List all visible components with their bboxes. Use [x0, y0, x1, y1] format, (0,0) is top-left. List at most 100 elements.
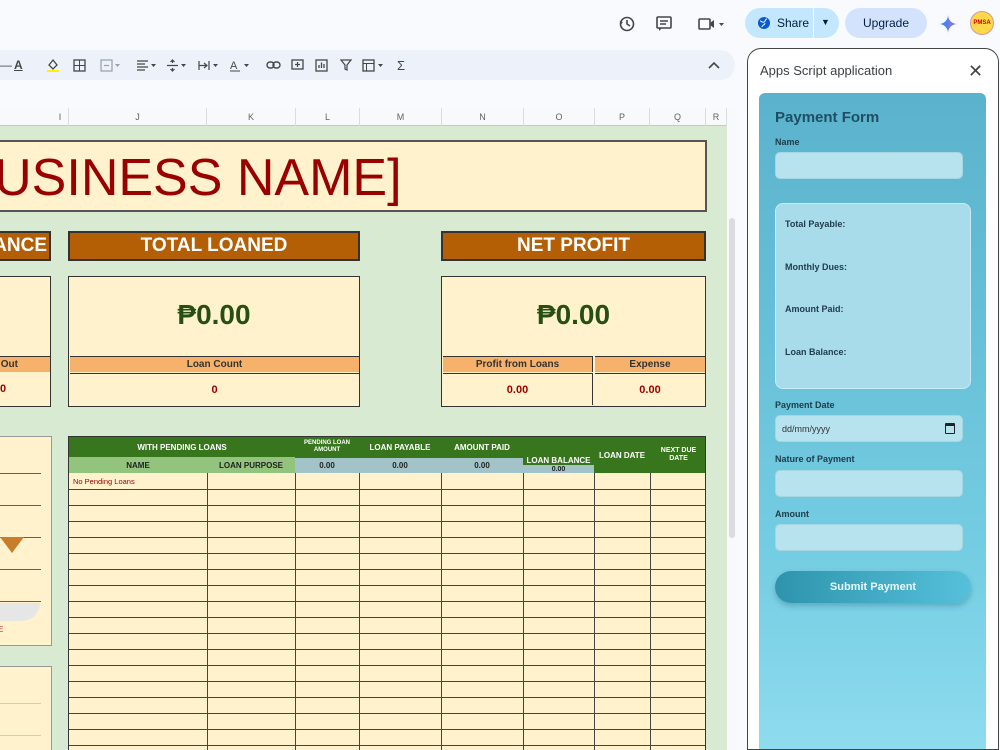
expense-value[interactable]: 0.00 [595, 373, 705, 405]
column-header-i[interactable]: I [52, 108, 69, 126]
column-header-l[interactable]: L [296, 108, 360, 126]
panel-line [0, 473, 41, 474]
partial-sub-value: 0 [0, 373, 50, 405]
col-next-due-date: NEXT DUE DATE [650, 437, 705, 473]
upgrade-button[interactable]: Upgrade [845, 8, 927, 38]
partial-sub-label: Out [0, 356, 50, 372]
grid-line [359, 473, 360, 750]
column-header-j[interactable]: J [69, 108, 207, 126]
total-pending-amount: 0.00 [295, 458, 359, 473]
globe-icon [758, 17, 770, 29]
grid-line [207, 473, 208, 750]
merge-cells-icon[interactable] [100, 57, 122, 73]
grid-line [594, 473, 595, 750]
align-vertical-icon[interactable] [166, 57, 190, 73]
date-placeholder: dd/mm/yyyy [782, 424, 831, 434]
total-loan-payable: 0.00 [359, 458, 441, 473]
amount-paid-label: Amount Paid: [785, 304, 844, 314]
monthly-dues-label: Monthly Dues: [785, 262, 847, 272]
grid-line [523, 473, 524, 750]
filter-views-icon[interactable] [362, 57, 388, 73]
spreadsheet-grid[interactable]: [BUSINESS NAME] BALANCE Out 0 TOTAL LOAN… [0, 126, 727, 750]
column-headers: I J K L M N O P Q R [0, 108, 727, 126]
comments-icon[interactable] [652, 12, 676, 36]
avatar[interactable]: PMSA [970, 11, 994, 35]
column-header-r[interactable]: R [706, 108, 727, 126]
calendar-icon[interactable] [945, 423, 955, 434]
column-header-q[interactable]: Q [650, 108, 706, 126]
loan-balance-label: Loan Balance: [785, 347, 847, 357]
total-loan-balance: 0.00 [523, 465, 594, 473]
panel-line [0, 703, 41, 704]
balance-header[interactable]: BALANCE [0, 231, 51, 261]
column-header-n[interactable]: N [442, 108, 524, 126]
top-bar: Share ▼ Upgrade PMSA [0, 0, 1000, 48]
link-icon[interactable] [266, 57, 281, 73]
column-header-o[interactable]: O [524, 108, 595, 126]
balance-header-text: BALANCE [0, 235, 47, 256]
payment-form: Payment Form Name Total Payable: Monthly… [759, 93, 986, 749]
row-line [69, 713, 705, 714]
pie-chart-arc [0, 603, 40, 621]
insert-chart-icon[interactable] [315, 57, 328, 73]
col-name: NAME [69, 457, 207, 473]
row-line [69, 585, 705, 586]
row-line [69, 697, 705, 698]
insert-comment-icon[interactable] [291, 57, 304, 73]
share-button[interactable]: Share ▼ [745, 8, 839, 38]
row-line [69, 745, 705, 746]
payment-date-label: Payment Date [775, 400, 835, 410]
partial-left-panel[interactable]: E [0, 436, 52, 646]
expense-label: Expense [595, 356, 705, 372]
text-wrap-icon[interactable] [198, 57, 222, 73]
loan-summary-box: Total Payable: Monthly Dues: Amount Paid… [775, 203, 971, 389]
amount-input[interactable] [775, 524, 963, 551]
share-dropdown-icon[interactable]: ▼ [821, 17, 830, 27]
total-amount-paid: 0.00 [441, 458, 523, 473]
pending-loans-group-header: WITH PENDING LOANS [69, 437, 295, 457]
form-title: Payment Form [775, 109, 880, 126]
fill-color-icon[interactable] [46, 57, 60, 73]
collapse-toolbar-icon[interactable] [708, 57, 720, 73]
functions-icon[interactable]: Σ [397, 57, 405, 73]
meet-icon[interactable] [693, 12, 729, 36]
align-horizontal-icon[interactable] [136, 57, 160, 73]
row-line [69, 665, 705, 666]
partial-left-panel-lower[interactable] [0, 666, 52, 750]
business-name-text: [BUSINESS NAME] [0, 149, 402, 207]
scrollbar-thumb[interactable] [729, 218, 735, 538]
borders-icon[interactable] [73, 57, 86, 73]
total-loaned-header[interactable]: TOTAL LOANED [68, 231, 360, 261]
pending-loans-table[interactable]: WITH PENDING LOANS PENDING LOAN AMOUNT L… [68, 436, 706, 750]
row-line [69, 601, 705, 602]
row-line [69, 569, 705, 570]
column-header-p[interactable]: P [595, 108, 650, 126]
row-line [69, 537, 705, 538]
svg-text:A: A [230, 60, 238, 72]
row-line [69, 521, 705, 522]
text-color-icon[interactable]: A [14, 57, 23, 73]
close-icon[interactable]: ✕ [968, 61, 983, 82]
payment-date-input[interactable]: dd/mm/yyyy [775, 415, 963, 442]
nature-of-payment-input[interactable] [775, 470, 963, 497]
net-profit-header[interactable]: NET PROFIT [441, 231, 706, 261]
version-history-icon[interactable] [615, 12, 639, 36]
column-header-m[interactable]: M [360, 108, 442, 126]
col-amount-paid: AMOUNT PAID [441, 437, 523, 457]
name-input[interactable] [775, 152, 963, 179]
loan-count-value[interactable]: 0 [70, 373, 359, 405]
apps-script-side-panel: Apps Script application ✕ Payment Form N… [747, 48, 999, 750]
filter-icon[interactable] [340, 57, 352, 73]
row-line [69, 729, 705, 730]
gemini-icon[interactable] [936, 12, 960, 36]
profit-from-loans-value[interactable]: 0.00 [443, 373, 593, 405]
text-rotation-icon[interactable]: A [229, 57, 253, 73]
business-name-cell[interactable]: [BUSINESS NAME] [0, 140, 707, 212]
share-label: Share [777, 16, 810, 30]
total-payable-label: Total Payable: [785, 219, 846, 229]
vertical-scrollbar[interactable] [727, 108, 737, 750]
submit-payment-button[interactable]: Submit Payment [775, 571, 971, 603]
row-line [69, 489, 705, 490]
strikethrough-icon[interactable]: — [0, 57, 12, 73]
column-header-k[interactable]: K [207, 108, 296, 126]
